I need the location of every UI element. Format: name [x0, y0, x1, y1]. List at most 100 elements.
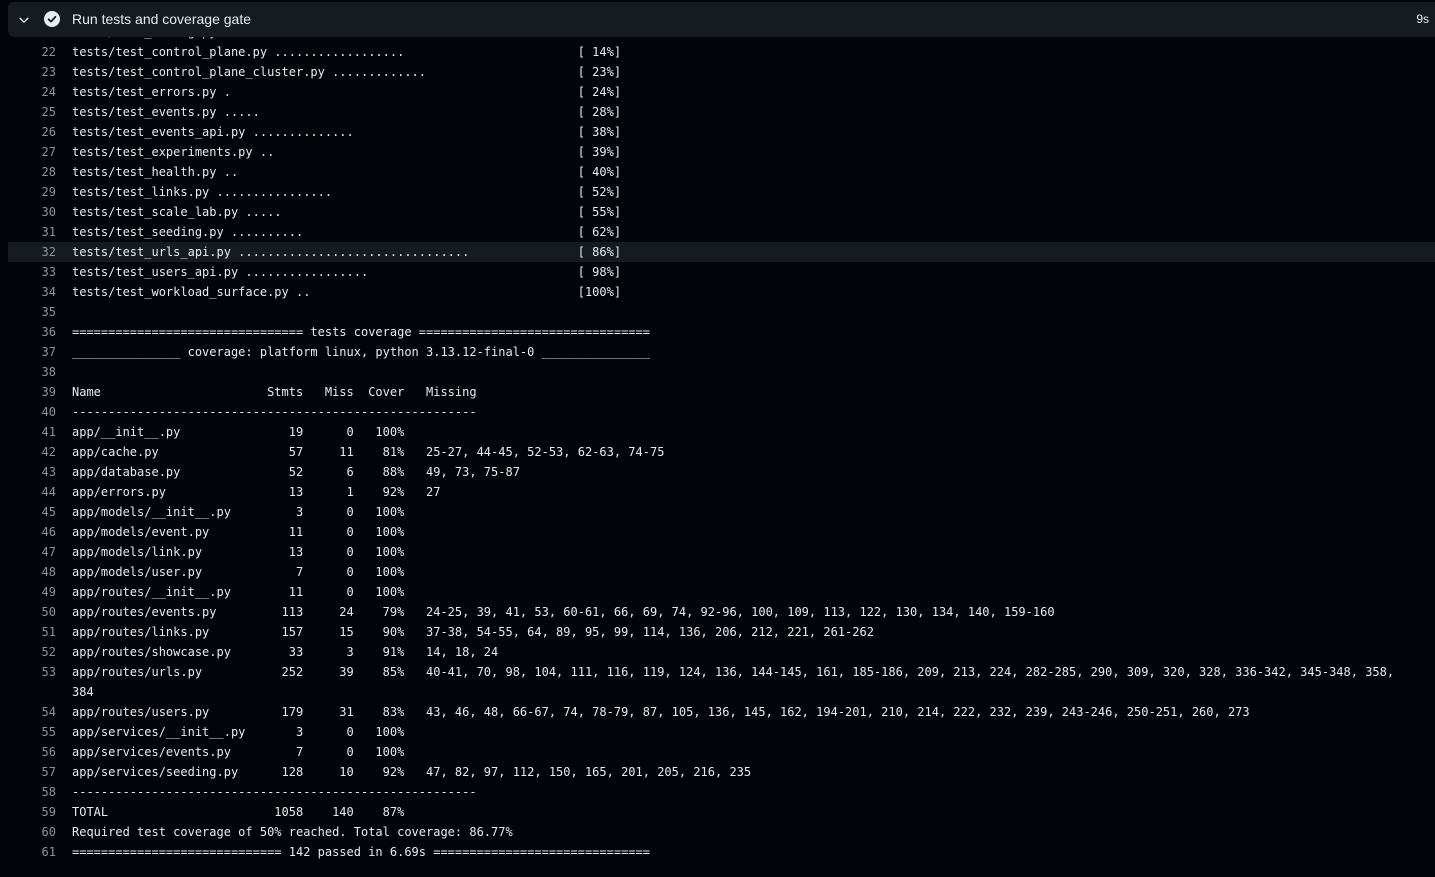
line-text: app/__init__.py 19 0 100%: [72, 425, 405, 439]
line-number[interactable]: 39: [8, 382, 56, 402]
log-line: 41 app/__init__.py 19 0 100%: [0, 422, 1435, 442]
line-number[interactable]: 57: [8, 762, 56, 782]
line-number[interactable]: 40: [8, 402, 56, 422]
log-line: 48 app/models/user.py 7 0 100%: [0, 562, 1435, 582]
log-line: 22 tests/test_control_plane.py ..........…: [0, 42, 1435, 62]
line-text: ----------------------------------------…: [72, 785, 477, 799]
log-line: 37 _______________ coverage: platform lin…: [0, 342, 1435, 362]
step-header[interactable]: Run tests and coverage gate 9s: [8, 2, 1435, 37]
log-line: 55 app/services/__init__.py 3 0 100%: [0, 722, 1435, 742]
line-number[interactable]: 36: [8, 322, 56, 342]
log-line: 28 tests/test_health.py .. [ 40%]: [0, 162, 1435, 182]
log-line: 58 --------------------------------------…: [0, 782, 1435, 802]
line-number[interactable]: 54: [8, 702, 56, 722]
line-text: app/routes/urls.py 252 39 85% 40-41, 70,…: [72, 665, 1395, 679]
log-line: 52 app/routes/showcase.py 33 3 91% 14, 18…: [0, 642, 1435, 662]
line-number[interactable]: 26: [8, 122, 56, 142]
log-line: 34 tests/test_workload_surface.py .. [100…: [0, 282, 1435, 302]
line-text: tests/test_urls_api.py .................…: [72, 245, 622, 259]
chevron-down-icon[interactable]: [17, 13, 31, 27]
log-line: 59 TOTAL 1058 140 87%: [0, 802, 1435, 822]
line-text: tests/test_experiments.py .. [ 39%]: [72, 145, 622, 159]
log-line: 39 Name Stmts Miss Cover Missing: [0, 382, 1435, 402]
line-number[interactable]: 53: [8, 662, 56, 682]
log-line-highlighted: 32 tests/test_urls_api.py ...............…: [8, 242, 1435, 262]
line-text: ============================= 142 passed…: [72, 845, 650, 859]
line-number[interactable]: 42: [8, 442, 56, 462]
line-text: app/routes/showcase.py 33 3 91% 14, 18, …: [72, 645, 499, 659]
line-number[interactable]: 45: [8, 502, 56, 522]
line-number[interactable]: 33: [8, 262, 56, 282]
line-number[interactable]: 41: [8, 422, 56, 442]
line-number[interactable]: 47: [8, 542, 56, 562]
line-number[interactable]: 25: [8, 102, 56, 122]
line-text: app/models/event.py 11 0 100%: [72, 525, 405, 539]
line-text: app/routes/users.py 179 31 83% 43, 46, 4…: [72, 705, 1250, 719]
step-title: Run tests and coverage gate: [72, 11, 252, 27]
log-line: 35: [0, 302, 1435, 322]
line-number[interactable]: 29: [8, 182, 56, 202]
line-number[interactable]: 38: [8, 362, 56, 382]
line-number[interactable]: 46: [8, 522, 56, 542]
step-duration: 9s: [1416, 12, 1429, 26]
line-text: app/routes/__init__.py 11 0 100%: [72, 585, 405, 599]
line-text: Name Stmts Miss Cover Missing: [72, 385, 477, 399]
line-number[interactable]: 37: [8, 342, 56, 362]
log-line: 56 app/services/events.py 7 0 100%: [0, 742, 1435, 762]
line-number[interactable]: 61: [8, 842, 56, 862]
log-line: 384: [0, 682, 1435, 702]
line-number[interactable]: 23: [8, 62, 56, 82]
log-line: 53 app/routes/urls.py 252 39 85% 40-41, 7…: [0, 662, 1435, 682]
log-line: 44 app/errors.py 13 1 92% 27: [0, 482, 1435, 502]
line-text: tests/test_control_plane_cluster.py ....…: [72, 65, 622, 79]
line-number[interactable]: 55: [8, 722, 56, 742]
line-text: tests/test_seeding.py .......... [ 62%]: [72, 225, 622, 239]
line-text: tests/test_scale_lab.py ..... [ 55%]: [72, 205, 622, 219]
line-number[interactable]: 50: [8, 602, 56, 622]
line-number[interactable]: 56: [8, 742, 56, 762]
line-text: app/services/__init__.py 3 0 100%: [72, 725, 405, 739]
log-line: 27 tests/test_experiments.py .. [ 39%]: [0, 142, 1435, 162]
line-text: app/cache.py 57 11 81% 25-27, 44-45, 52-…: [72, 445, 665, 459]
line-number[interactable]: 44: [8, 482, 56, 502]
log-line: 49 app/routes/__init__.py 11 0 100%: [0, 582, 1435, 602]
line-number[interactable]: 31: [8, 222, 56, 242]
line-number[interactable]: 43: [8, 462, 56, 482]
line-text: app/routes/links.py 157 15 90% 37-38, 54…: [72, 625, 874, 639]
log-line: 31 tests/test_seeding.py .......... [ 62%…: [0, 222, 1435, 242]
line-number[interactable]: 32: [8, 242, 56, 262]
line-text: ================================ tests c…: [72, 325, 650, 339]
workflow-log-viewer: Run tests and coverage gate 9s 21tests/t…: [0, 0, 1435, 877]
line-number[interactable]: 51: [8, 622, 56, 642]
line-number[interactable]: 34: [8, 282, 56, 302]
log-line: 43 app/database.py 52 6 88% 49, 73, 75-87: [0, 462, 1435, 482]
line-number[interactable]: 24: [8, 82, 56, 102]
line-number[interactable]: 60: [8, 822, 56, 842]
line-text: app/models/link.py 13 0 100%: [72, 545, 405, 559]
line-text: 384: [72, 685, 94, 699]
line-number[interactable]: 59: [8, 802, 56, 822]
line-number[interactable]: 58: [8, 782, 56, 802]
line-number[interactable]: 52: [8, 642, 56, 662]
line-number[interactable]: 49: [8, 582, 56, 602]
line-number[interactable]: 48: [8, 562, 56, 582]
line-text: tests/test_errors.py . [ 24%]: [72, 85, 622, 99]
log-line: 57 app/services/seeding.py 128 10 92% 47,…: [0, 762, 1435, 782]
line-text: tests/test_control_plane.py ............…: [72, 45, 622, 59]
line-text: Required test coverage of 50% reached. T…: [72, 825, 513, 839]
log-line: 50 app/routes/events.py 113 24 79% 24-25,…: [0, 602, 1435, 622]
line-text: app/services/seeding.py 128 10 92% 47, 8…: [72, 765, 752, 779]
line-text: tests/test_workload_surface.py .. [100%]: [72, 285, 622, 299]
line-number[interactable]: 22: [8, 42, 56, 62]
line-number[interactable]: 27: [8, 142, 56, 162]
line-text: tests/test_events_api.py .............. …: [72, 125, 622, 139]
line-number[interactable]: 30: [8, 202, 56, 222]
line-number[interactable]: 28: [8, 162, 56, 182]
line-number[interactable]: 35: [8, 302, 56, 322]
line-text: tests/test_users_api.py ................…: [72, 265, 622, 279]
log-line: 60 Required test coverage of 50% reached.…: [0, 822, 1435, 842]
log-line: 23 tests/test_control_plane_cluster.py ..…: [0, 62, 1435, 82]
line-text: app/models/__init__.py 3 0 100%: [72, 505, 405, 519]
log-line: 61 ============================= 142 pass…: [0, 842, 1435, 862]
log-line: 42 app/cache.py 57 11 81% 25-27, 44-45, 5…: [0, 442, 1435, 462]
